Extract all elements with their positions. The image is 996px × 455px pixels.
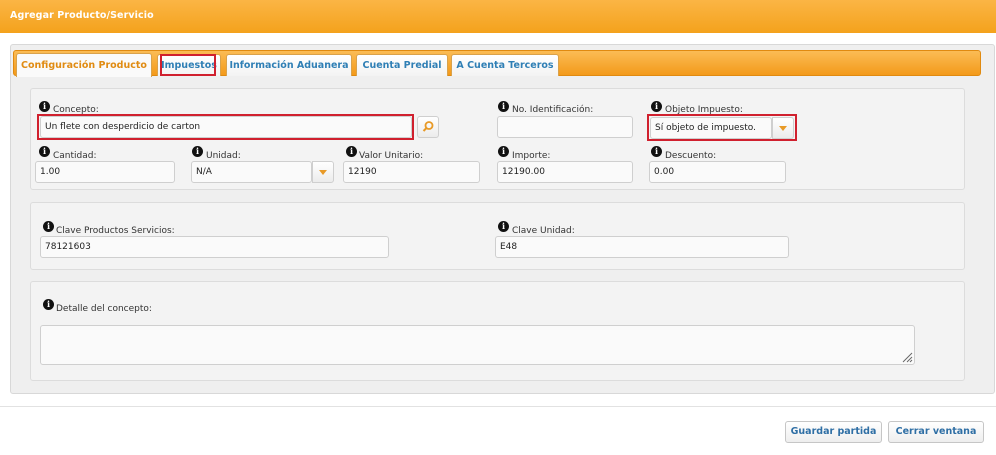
info-icon: i: [498, 146, 509, 157]
descuento-input[interactable]: 0.00: [649, 161, 786, 183]
cerrar-ventana-button[interactable]: Cerrar ventana: [888, 421, 984, 443]
objeto-impuesto-highlight: [647, 114, 797, 141]
info-icon: i: [43, 299, 54, 310]
info-icon: i: [43, 221, 54, 232]
no-identificacion-input[interactable]: [497, 116, 633, 138]
no-identificacion-label: No. Identificación:: [512, 105, 594, 115]
descuento-label: Descuento:: [665, 151, 717, 161]
detalle-label: Detalle del concepto:: [56, 304, 152, 314]
importe-label: Importe:: [512, 151, 551, 161]
unidad-select[interactable]: N/A: [191, 161, 312, 183]
search-concept-button[interactable]: [417, 116, 439, 138]
clave-unidad-input[interactable]: E48: [495, 236, 789, 258]
tab-configuracion-producto[interactable]: Configuración Producto: [16, 53, 152, 77]
info-icon: i: [498, 101, 509, 112]
impuestos-tab-highlight: [160, 54, 216, 76]
concepto-highlight: [37, 114, 414, 140]
info-icon: i: [39, 146, 50, 157]
window-title: Agregar Producto/Servicio: [10, 10, 154, 21]
valor-unitario-input[interactable]: 12190: [343, 161, 480, 183]
clave-productos-input[interactable]: 78121603: [40, 236, 389, 258]
info-icon: i: [651, 146, 662, 157]
detalle-textarea[interactable]: [40, 325, 915, 365]
footer-divider: [0, 406, 996, 407]
cantidad-label: Cantidad:: [53, 151, 97, 161]
clave-unidad-label: Clave Unidad:: [512, 226, 575, 236]
search-icon: [422, 121, 434, 132]
info-icon: i: [346, 146, 357, 157]
tab-a-cuenta-terceros[interactable]: A Cuenta Terceros: [451, 54, 559, 76]
window-titlebar: Agregar Producto/Servicio: [0, 0, 996, 33]
info-icon: i: [39, 101, 50, 112]
valor-unitario-label: Valor Unitario:: [359, 151, 424, 161]
resize-handle-icon[interactable]: [901, 351, 913, 363]
info-icon: i: [192, 146, 203, 157]
importe-input[interactable]: 12190.00: [497, 161, 633, 183]
tab-cuenta-predial[interactable]: Cuenta Predial: [356, 54, 448, 76]
tab-informacion-aduanera[interactable]: Información Aduanera: [226, 54, 352, 76]
info-icon: i: [498, 221, 509, 232]
info-icon: i: [651, 101, 662, 112]
cantidad-input[interactable]: 1.00: [35, 161, 175, 183]
unidad-label: Unidad:: [206, 151, 241, 161]
clave-productos-label: Clave Productos Servicios:: [56, 226, 175, 236]
guardar-partida-button[interactable]: Guardar partida: [785, 421, 882, 443]
chevron-down-icon[interactable]: [312, 161, 334, 183]
